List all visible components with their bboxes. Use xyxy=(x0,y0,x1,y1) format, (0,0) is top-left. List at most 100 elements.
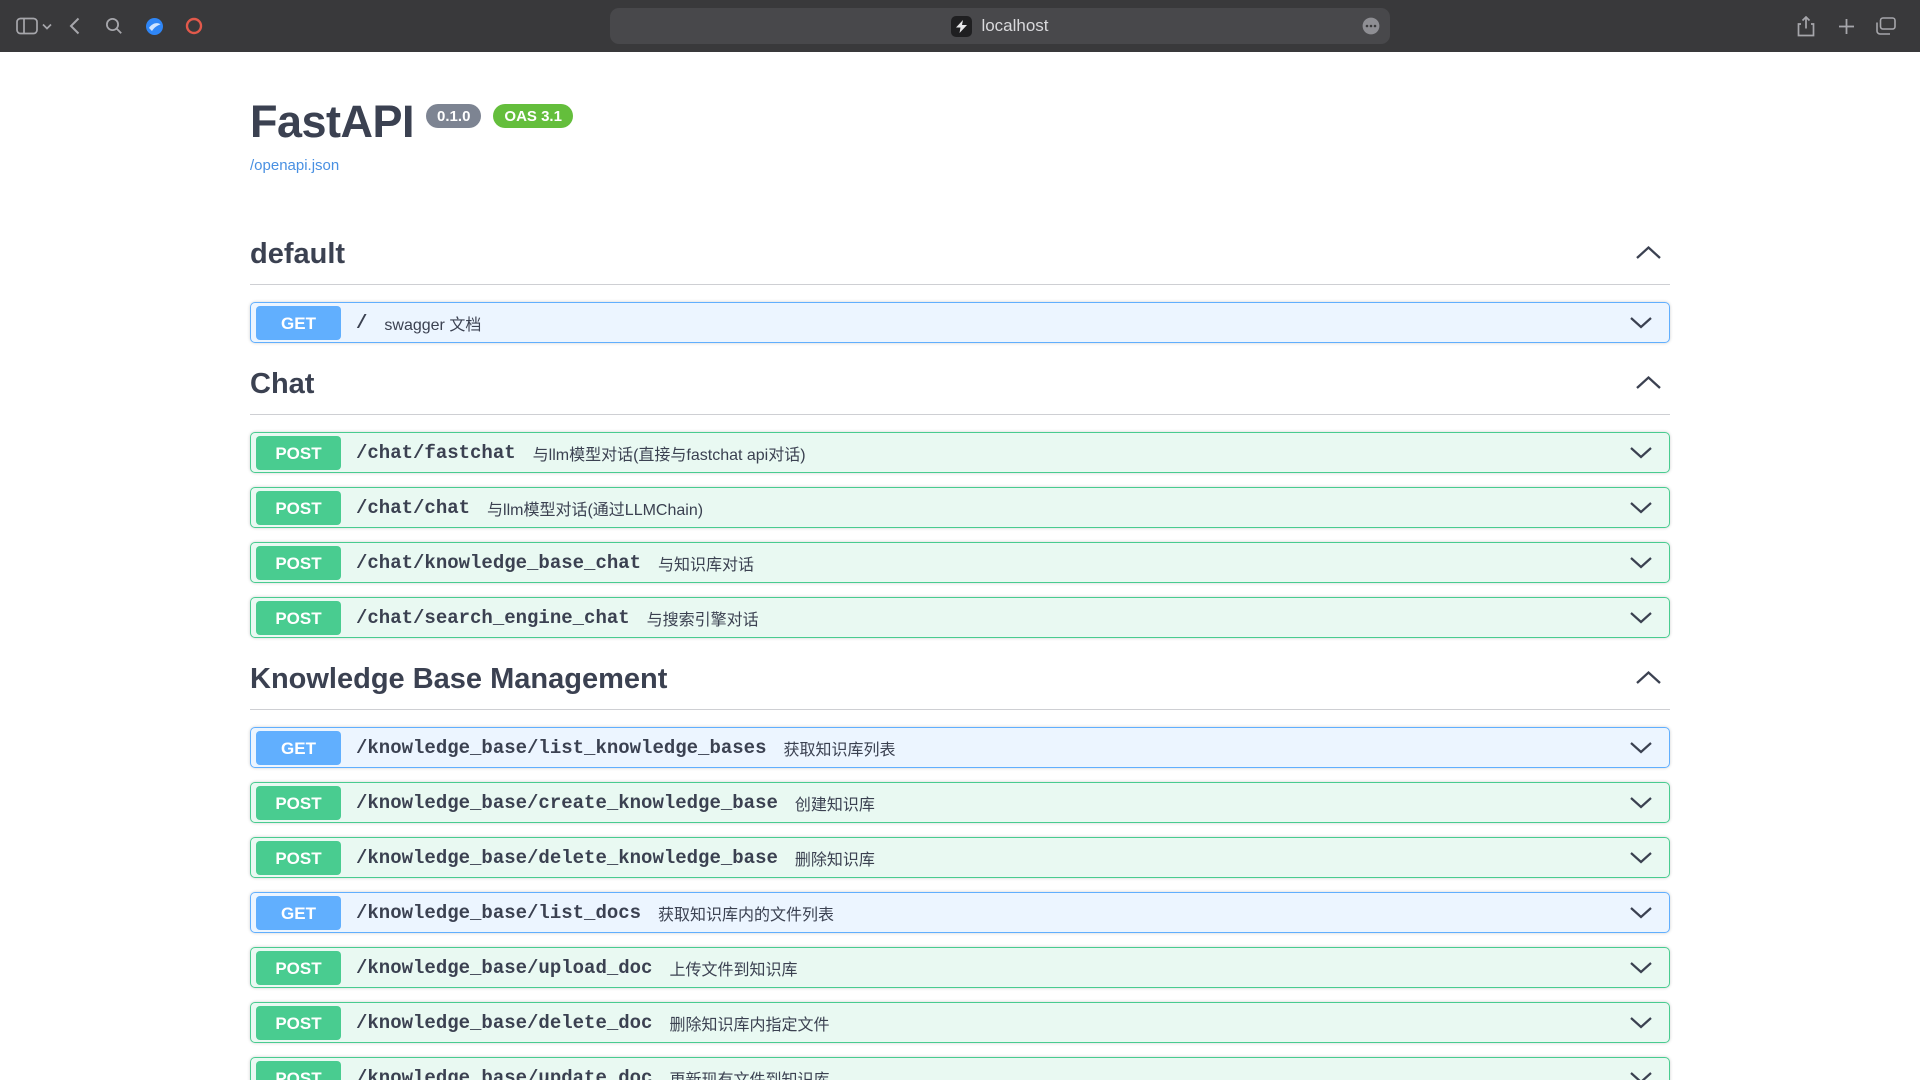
endpoint-path: /chat/fastchat xyxy=(356,442,516,464)
endpoint-summary: 获取知识库列表 xyxy=(783,736,895,760)
api-section: Chat POST /chat/fastchat 与llm模型对话(直接与fas… xyxy=(250,357,1670,638)
chevron-down-icon xyxy=(1617,1016,1653,1029)
endpoint-row[interactable]: POST /chat/knowledge_base_chat 与知识库对话 xyxy=(250,542,1670,583)
method-badge: POST xyxy=(256,491,341,525)
pinned-app-button-2[interactable] xyxy=(176,9,212,43)
browser-toolbar: localhost xyxy=(0,0,1920,52)
method-badge: GET xyxy=(256,896,341,930)
endpoint-path: /knowledge_base/list_knowledge_bases xyxy=(356,737,766,759)
endpoint-path: /chat/chat xyxy=(356,497,470,519)
endpoint-summary: swagger 文档 xyxy=(384,311,481,335)
chevron-down-icon xyxy=(1617,316,1653,329)
chevron-down-icon xyxy=(42,23,52,30)
sidebar-toggle-button[interactable] xyxy=(16,9,52,43)
method-badge: POST xyxy=(256,951,341,985)
endpoint-summary: 上传文件到知识库 xyxy=(669,956,797,980)
section-header[interactable]: Knowledge Base Management xyxy=(250,652,1670,710)
endpoint-path: /chat/knowledge_base_chat xyxy=(356,552,641,574)
endpoint-summary: 获取知识库内的文件列表 xyxy=(658,901,834,925)
back-icon xyxy=(69,17,80,35)
ring-app-icon xyxy=(185,17,203,35)
method-badge: POST xyxy=(256,841,341,875)
endpoint-row[interactable]: POST /knowledge_base/delete_doc 删除知识库内指定… xyxy=(250,1002,1670,1043)
chevron-down-icon xyxy=(1617,796,1653,809)
section-endpoints: GET /knowledge_base/list_knowledge_bases… xyxy=(250,727,1670,1080)
endpoint-row[interactable]: POST /knowledge_base/create_knowledge_ba… xyxy=(250,782,1670,823)
endpoint-path: /knowledge_base/delete_doc xyxy=(356,1012,652,1034)
method-badge: GET xyxy=(256,306,341,340)
method-badge: POST xyxy=(256,546,341,580)
chevron-down-icon xyxy=(1617,501,1653,514)
site-favicon-lightning-icon xyxy=(951,16,972,37)
api-section: Knowledge Base Management GET /knowledge… xyxy=(250,652,1670,1080)
chevron-up-icon xyxy=(1635,375,1662,395)
endpoint-row[interactable]: POST /knowledge_base/upload_doc 上传文件到知识库 xyxy=(250,947,1670,988)
toolbar-left-group xyxy=(16,9,212,43)
endpoint-row[interactable]: POST /chat/chat 与llm模型对话(通过LLMChain) xyxy=(250,487,1670,528)
chevron-down-icon xyxy=(1617,741,1653,754)
method-badge: POST xyxy=(256,786,341,820)
endpoint-path: /knowledge_base/list_docs xyxy=(356,902,641,924)
oas-badge: OAS 3.1 xyxy=(493,104,573,128)
new-tab-icon xyxy=(1838,18,1855,35)
bird-app-icon xyxy=(145,17,164,36)
address-bar[interactable]: localhost xyxy=(610,8,1390,44)
page-title: FastAPI xyxy=(250,96,414,148)
section-title: Knowledge Base Management xyxy=(250,663,667,696)
new-tab-button[interactable] xyxy=(1828,9,1864,43)
api-info-header: FastAPI 0.1.0 OAS 3.1 xyxy=(250,96,1670,148)
share-icon xyxy=(1797,16,1815,37)
search-button[interactable] xyxy=(96,9,132,43)
url-text: localhost xyxy=(981,16,1048,36)
openapi-spec-link[interactable]: /openapi.json xyxy=(250,157,339,174)
section-title: default xyxy=(250,238,345,271)
endpoint-row[interactable]: POST /knowledge_base/delete_knowledge_ba… xyxy=(250,837,1670,878)
endpoint-path: /chat/search_engine_chat xyxy=(356,607,630,629)
tab-overview-button[interactable] xyxy=(1868,9,1904,43)
endpoint-row[interactable]: GET /knowledge_base/list_docs 获取知识库内的文件列… xyxy=(250,892,1670,933)
endpoint-summary: 更新现有文件到知识库 xyxy=(669,1066,829,1080)
section-header[interactable]: Chat xyxy=(250,357,1670,415)
method-badge: POST xyxy=(256,601,341,635)
endpoint-path: /knowledge_base/update_doc xyxy=(356,1067,652,1080)
chevron-up-icon xyxy=(1635,670,1662,690)
endpoint-path: / xyxy=(356,312,367,334)
api-section: default GET / swagger 文档 xyxy=(250,227,1670,343)
chevron-down-icon xyxy=(1617,961,1653,974)
method-badge: GET xyxy=(256,731,341,765)
chevron-up-icon xyxy=(1635,245,1662,265)
search-icon xyxy=(105,17,123,35)
section-header[interactable]: default xyxy=(250,227,1670,285)
endpoint-summary: 创建知识库 xyxy=(795,791,875,815)
section-title: Chat xyxy=(250,368,314,401)
chevron-down-icon xyxy=(1617,556,1653,569)
chevron-down-icon xyxy=(1617,446,1653,459)
api-sections: default GET / swagger 文档 Chat xyxy=(250,227,1670,1080)
swagger-ui-page: FastAPI 0.1.0 OAS 3.1 /openapi.json defa… xyxy=(250,52,1670,1080)
endpoint-summary: 删除知识库 xyxy=(795,846,875,870)
section-endpoints: POST /chat/fastchat 与llm模型对话(直接与fastchat… xyxy=(250,432,1670,638)
endpoint-summary: 与搜索引擎对话 xyxy=(647,606,759,630)
endpoint-row[interactable]: GET /knowledge_base/list_knowledge_bases… xyxy=(250,727,1670,768)
section-endpoints: GET / swagger 文档 xyxy=(250,302,1670,343)
pinned-app-button-1[interactable] xyxy=(136,9,172,43)
chevron-down-icon xyxy=(1617,906,1653,919)
ellipsis-circle-icon[interactable] xyxy=(1362,17,1380,40)
back-button[interactable] xyxy=(56,9,92,43)
endpoint-row[interactable]: POST /chat/fastchat 与llm模型对话(直接与fastchat… xyxy=(250,432,1670,473)
endpoint-row[interactable]: GET / swagger 文档 xyxy=(250,302,1670,343)
tab-overview-icon xyxy=(1876,17,1896,35)
share-button[interactable] xyxy=(1788,9,1824,43)
endpoint-path: /knowledge_base/delete_knowledge_base xyxy=(356,847,778,869)
method-badge: POST xyxy=(256,436,341,470)
version-badge: 0.1.0 xyxy=(426,104,481,128)
endpoint-row[interactable]: POST /knowledge_base/update_doc 更新现有文件到知… xyxy=(250,1057,1670,1080)
endpoint-summary: 与llm模型对话(直接与fastchat api对话) xyxy=(533,441,806,465)
chevron-down-icon xyxy=(1617,611,1653,624)
endpoint-summary: 与知识库对话 xyxy=(658,551,754,575)
endpoint-summary: 与llm模型对话(通过LLMChain) xyxy=(487,496,703,520)
endpoint-row[interactable]: POST /chat/search_engine_chat 与搜索引擎对话 xyxy=(250,597,1670,638)
endpoint-path: /knowledge_base/upload_doc xyxy=(356,957,652,979)
toolbar-right-group xyxy=(1788,9,1904,43)
method-badge: POST xyxy=(256,1006,341,1040)
